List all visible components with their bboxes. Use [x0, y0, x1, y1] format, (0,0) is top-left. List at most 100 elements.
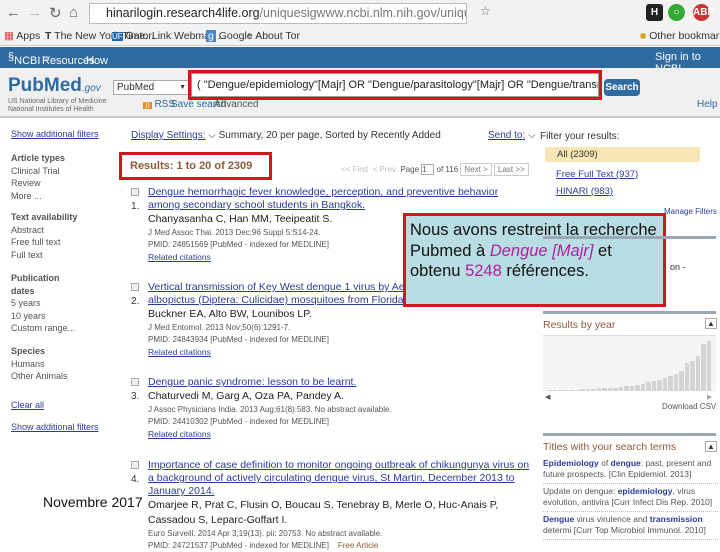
bookmarks-bar: ▦ Apps T The New York Time... UF GatorLi… [0, 27, 720, 46]
year-bar[interactable] [558, 389, 563, 391]
year-bar[interactable] [684, 363, 690, 391]
year-bar[interactable] [547, 389, 552, 391]
next-page-button[interactable]: Next > [460, 163, 492, 176]
filter-free-full-text[interactable]: Free full text [11, 236, 77, 249]
title-suggestion[interactable]: Dengue virus virulence and transmission … [543, 512, 718, 540]
page-input[interactable]: 1 [421, 164, 435, 175]
bookmark-other[interactable]: ■ Other bookmarks [640, 30, 720, 42]
collapse-icon[interactable]: ▲ [705, 318, 717, 329]
collapse-icon[interactable]: ▲ [705, 441, 717, 452]
prev-page-link[interactable]: < Prev [373, 165, 396, 174]
display-settings[interactable]: Display Settings: ⌵ Summary, 20 per page… [131, 130, 441, 141]
result-checkbox[interactable] [131, 283, 139, 291]
year-bar[interactable] [585, 389, 591, 391]
results-by-year-chart[interactable] [543, 335, 716, 391]
reload-icon[interactable]: ↻ [49, 4, 62, 22]
year-bar[interactable] [662, 378, 668, 391]
title-suggestion[interactable]: Update on dengue: epidemiology, virus ev… [543, 484, 718, 512]
result-checkbox[interactable] [131, 378, 139, 386]
filter-hinari[interactable]: HINARI (983) [556, 186, 613, 197]
result-title[interactable]: Importance of case definition to monitor… [148, 459, 531, 498]
manage-filters-link[interactable]: Manage Filters [664, 207, 717, 216]
home-icon[interactable]: ⌂ [69, 4, 78, 21]
bookmark-apps[interactable]: ▦ Apps [4, 30, 40, 42]
pubmed-logo[interactable]: PubMed.gov [8, 75, 101, 97]
year-bar[interactable] [706, 341, 712, 391]
show-filters-link-2[interactable]: Show additional filters [11, 421, 99, 434]
first-page-link[interactable]: << First [341, 165, 368, 174]
partial-text: on - [670, 262, 686, 272]
apps-icon: ▦ [4, 30, 14, 42]
year-bar[interactable] [629, 385, 635, 391]
back-icon[interactable]: ← [6, 4, 21, 21]
send-to-menu[interactable]: Send to: ⌵ [488, 130, 536, 141]
year-bar[interactable] [701, 344, 706, 391]
year-bar[interactable] [679, 371, 684, 391]
filter-humans[interactable]: Humans [11, 358, 68, 371]
free-article-label[interactable]: Free Article [338, 541, 378, 550]
year-bar[interactable] [690, 361, 695, 391]
year-bar[interactable] [552, 389, 558, 391]
howto-menu[interactable]: How To ⌵ [86, 51, 108, 79]
filter-other-animals[interactable]: Other Animals [11, 370, 68, 383]
year-bar[interactable] [596, 388, 602, 391]
search-highlight-box [188, 70, 602, 100]
year-bar[interactable] [591, 389, 596, 391]
search-button[interactable]: Search [604, 79, 640, 96]
download-csv-link[interactable]: Download CSV [662, 402, 716, 411]
filter-full-text[interactable]: Full text [11, 249, 77, 262]
year-bar[interactable] [563, 389, 569, 391]
bookmark-tor[interactable]: ♁ About Tor [245, 30, 300, 42]
extension-green-icon[interactable]: ○ [668, 4, 685, 21]
year-bar[interactable] [651, 381, 657, 391]
clear-all-link[interactable]: Clear all [11, 399, 44, 412]
filter-more[interactable]: More ... [11, 190, 65, 203]
related-citations-link[interactable]: Related citations [148, 428, 531, 440]
result-checkbox[interactable] [131, 461, 139, 469]
year-bar[interactable] [580, 389, 585, 391]
extension-h-icon[interactable]: H [646, 4, 663, 21]
title-suggestion[interactable]: Epidemiology of dengue: past, present an… [543, 456, 718, 484]
database-select[interactable]: PubMed ▼ [113, 80, 189, 95]
scroll-left-icon[interactable]: ◀ [545, 393, 550, 401]
scroll-right-icon[interactable]: ▶ [707, 393, 712, 401]
result-pmid: PMID: 24721537 [PubMed - indexed for MED… [148, 541, 379, 550]
year-bar[interactable] [668, 375, 673, 391]
year-bar[interactable] [673, 373, 679, 391]
adblock-icon[interactable]: ABP [693, 4, 714, 21]
year-bar[interactable] [657, 379, 662, 391]
result-title[interactable]: Dengue panic syndrome: lesson to be lear… [148, 376, 531, 389]
filter-review[interactable]: Review [11, 177, 65, 190]
year-bar[interactable] [618, 387, 624, 391]
year-bar[interactable] [624, 386, 629, 391]
year-bar[interactable] [613, 387, 618, 391]
filter-abstract[interactable]: Abstract [11, 224, 77, 237]
filter-5-years[interactable]: 5 years [11, 297, 71, 310]
year-bar[interactable] [695, 356, 701, 391]
filter-custom-range[interactable]: Custom range... [11, 322, 75, 335]
advanced-link[interactable]: Advanced [214, 99, 258, 110]
related-citations-link[interactable]: Related citations [148, 346, 531, 358]
result-title[interactable]: Dengue hemorrhagic fever knowledge, perc… [148, 186, 531, 212]
year-bar[interactable] [574, 389, 580, 391]
star-icon[interactable]: ☆ [480, 4, 491, 18]
year-bar[interactable] [635, 385, 640, 391]
result-source: J Assoc Physicians India. 2013 Aug;61(8)… [148, 405, 392, 414]
year-bar[interactable] [569, 389, 574, 391]
last-page-button[interactable]: Last >> [494, 163, 529, 176]
filter-free-full-text-tab[interactable]: Free Full Text (937) [556, 169, 638, 180]
filter-all[interactable]: All (2309) [545, 147, 700, 162]
year-bar[interactable] [646, 382, 651, 391]
help-link[interactable]: Help [697, 99, 718, 110]
filter-clinical-trial[interactable]: Clinical Trial [11, 165, 65, 178]
address-bar[interactable]: hinarilogin.research4life.org/uniquesigw… [89, 3, 467, 24]
result-checkbox[interactable] [131, 188, 139, 196]
show-filters-link[interactable]: Show additional filters [11, 128, 99, 141]
ncbi-logo[interactable]: § NCBI [8, 51, 40, 67]
forward-icon[interactable]: → [27, 4, 42, 21]
year-bar[interactable] [607, 387, 613, 391]
filter-10-years[interactable]: 10 years [11, 310, 71, 323]
year-bar[interactable] [640, 383, 646, 391]
year-bar[interactable] [602, 388, 607, 391]
resources-menu[interactable]: Resources ⌵ [42, 51, 95, 67]
